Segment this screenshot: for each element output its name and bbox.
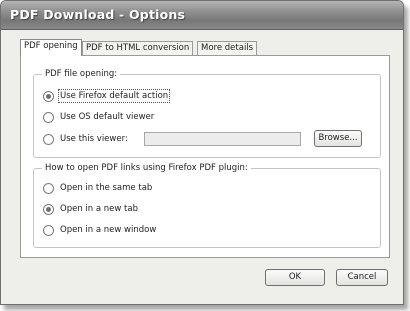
tab-pdf-to-html[interactable]: PDF to HTML conversion <box>82 41 194 55</box>
tab-pdf-opening[interactable]: PDF opening <box>20 39 82 56</box>
pdf-links-opening-group: How to open PDF links using Firefox PDF … <box>33 162 381 248</box>
radio-button-checked[interactable] <box>43 203 54 215</box>
radio-label: Use this viewer: <box>60 134 128 144</box>
cancel-button[interactable]: Cancel <box>336 269 388 286</box>
tab-more-details[interactable]: More details <box>197 41 258 55</box>
radio-open-new-window[interactable]: Open in a new window <box>43 223 156 237</box>
radio-label: Use OS default viewer <box>60 112 155 122</box>
ok-button[interactable]: OK <box>265 269 325 286</box>
radio-label: Open in a new tab <box>60 204 138 214</box>
pdf-file-opening-legend: PDF file opening: <box>42 68 121 81</box>
tab-panel-pdf-opening: PDF file opening: Use Firefox default ac… <box>20 55 390 258</box>
radio-button[interactable] <box>43 133 54 145</box>
browse-button[interactable]: Browse... <box>314 130 362 147</box>
radio-label: Open in a new window <box>60 225 157 235</box>
radio-button-checked[interactable] <box>43 90 54 102</box>
radio-use-os-default[interactable]: Use OS default viewer <box>43 110 154 124</box>
viewer-path-input[interactable] <box>144 132 301 146</box>
radio-label: Use Firefox default action <box>57 89 171 103</box>
radio-open-new-tab[interactable]: Open in a new tab <box>43 202 138 216</box>
radio-button[interactable] <box>43 182 54 194</box>
options-dialog: PDF Download - Options PDF opening PDF t… <box>0 0 404 305</box>
pdf-file-opening-group: PDF file opening: Use Firefox default ac… <box>33 68 381 158</box>
radio-open-same-tab[interactable]: Open in the same tab <box>43 181 152 195</box>
radio-use-firefox-default[interactable]: Use Firefox default action <box>43 89 171 103</box>
window-title: PDF Download - Options <box>10 7 186 22</box>
title-bar[interactable]: PDF Download - Options <box>1 1 403 30</box>
radio-label: Open in the same tab <box>60 183 153 193</box>
radio-button[interactable] <box>43 224 54 236</box>
radio-button[interactable] <box>43 111 54 123</box>
radio-use-this-viewer[interactable]: Use this viewer: <box>43 132 128 146</box>
pdf-links-opening-legend: How to open PDF links using Firefox PDF … <box>42 162 251 175</box>
